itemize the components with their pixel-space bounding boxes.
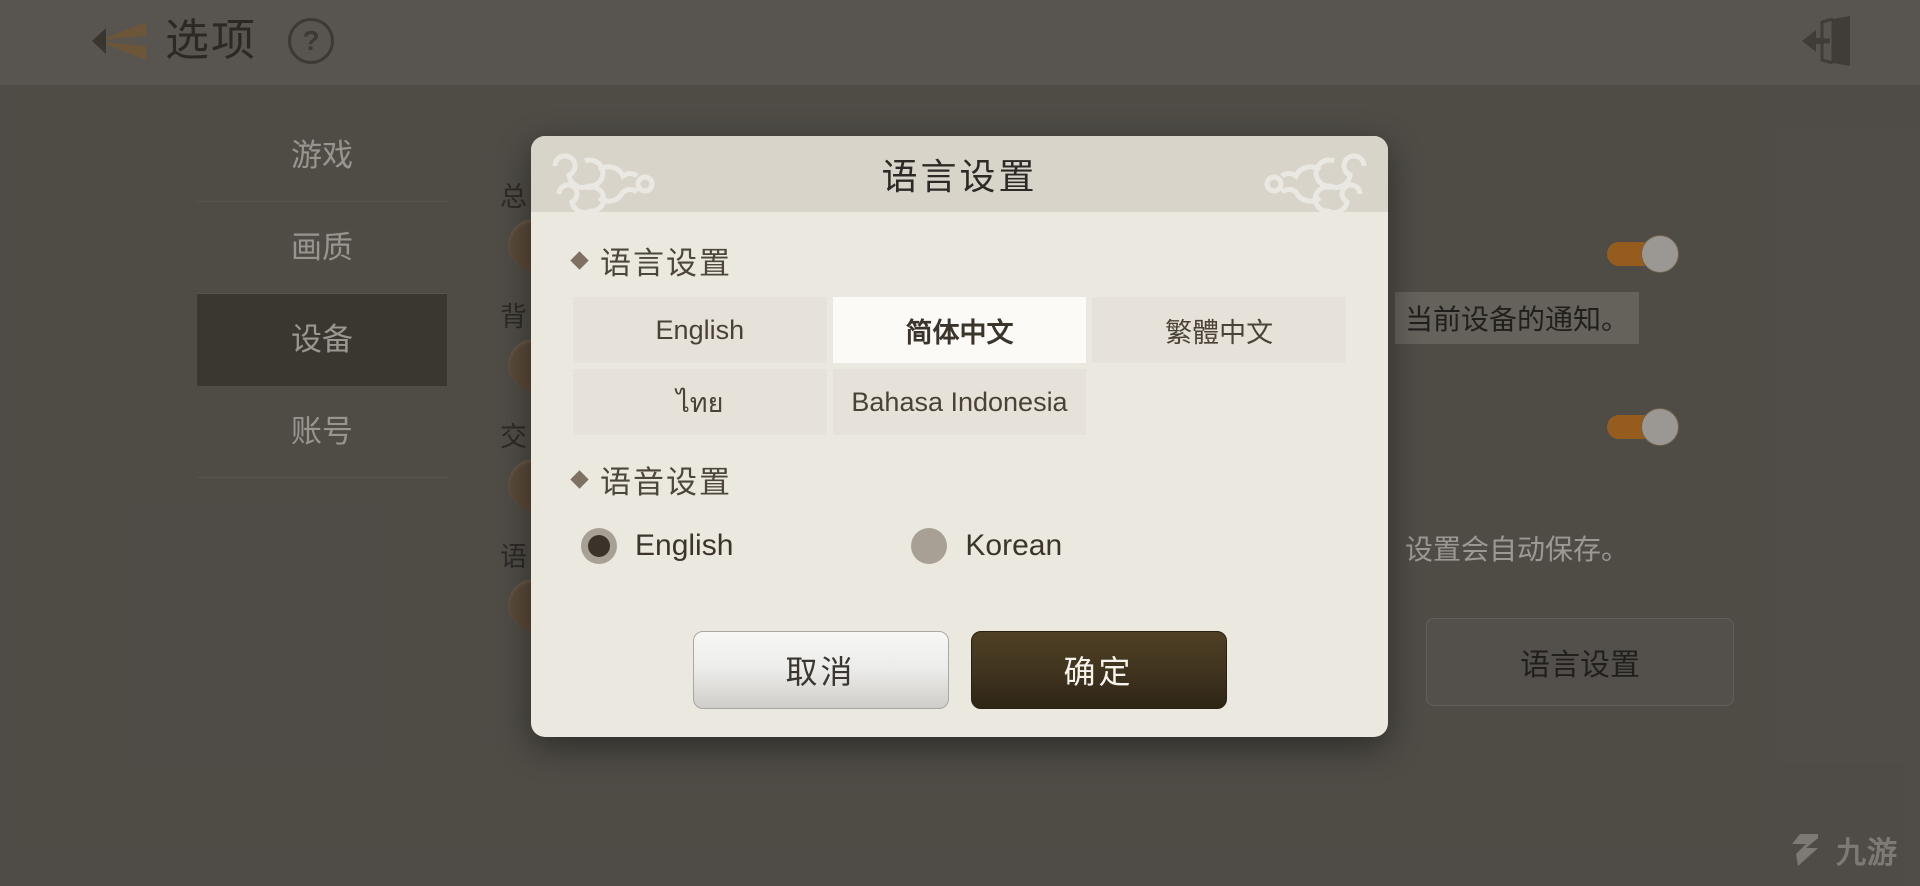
voice-option-korean[interactable]: Korean: [911, 528, 1062, 564]
cancel-button[interactable]: 取消: [692, 631, 949, 709]
radio-button-icon[interactable]: [581, 528, 617, 564]
language-option-traditional-chinese[interactable]: 繁體中文: [1092, 297, 1346, 363]
confirm-button[interactable]: 确定: [970, 631, 1227, 709]
dialog-body: 语言设置 English 简体中文 繁體中文 ไทย Bahasa Indone…: [531, 212, 1388, 564]
language-section-title: 语言设置: [600, 246, 732, 281]
app-root: 选项 ? 游戏 画质 设备 账号 总 背 交 语 当前设备的通知。 设置会自动保…: [0, 0, 1920, 886]
diamond-bullet-icon: [570, 251, 589, 270]
voice-option-label: English: [635, 529, 734, 562]
voice-section-header: 语音设置: [570, 457, 1346, 502]
diamond-bullet-icon: [570, 470, 589, 489]
dialog-title: 语言设置: [881, 156, 1038, 197]
voice-options-row: English Korean: [573, 528, 1346, 564]
language-option-thai[interactable]: ไทย: [573, 369, 827, 435]
dialog-actions: 取消 确定: [531, 631, 1388, 709]
dialog-header: 语言设置: [531, 136, 1388, 212]
voice-option-english[interactable]: English: [581, 528, 733, 564]
language-settings-dialog: 语言设置 语言设置 English 简体中文 繁體中文 ไทย Bahasa I…: [531, 136, 1388, 737]
language-option-bahasa-indonesia[interactable]: Bahasa Indonesia: [832, 369, 1087, 435]
cloud-ornament-icon: [552, 153, 655, 212]
voice-option-label: Korean: [965, 529, 1063, 562]
language-section-header: 语言设置: [570, 238, 1346, 283]
language-option-english[interactable]: English: [573, 297, 827, 363]
language-option-simplified-chinese[interactable]: 简体中文: [832, 297, 1087, 363]
language-options-grid: English 简体中文 繁體中文 ไทย Bahasa Indonesia: [573, 297, 1346, 435]
radio-button-icon[interactable]: [911, 528, 948, 564]
voice-section-title: 语音设置: [600, 465, 732, 500]
cloud-ornament-icon: [1264, 153, 1367, 212]
